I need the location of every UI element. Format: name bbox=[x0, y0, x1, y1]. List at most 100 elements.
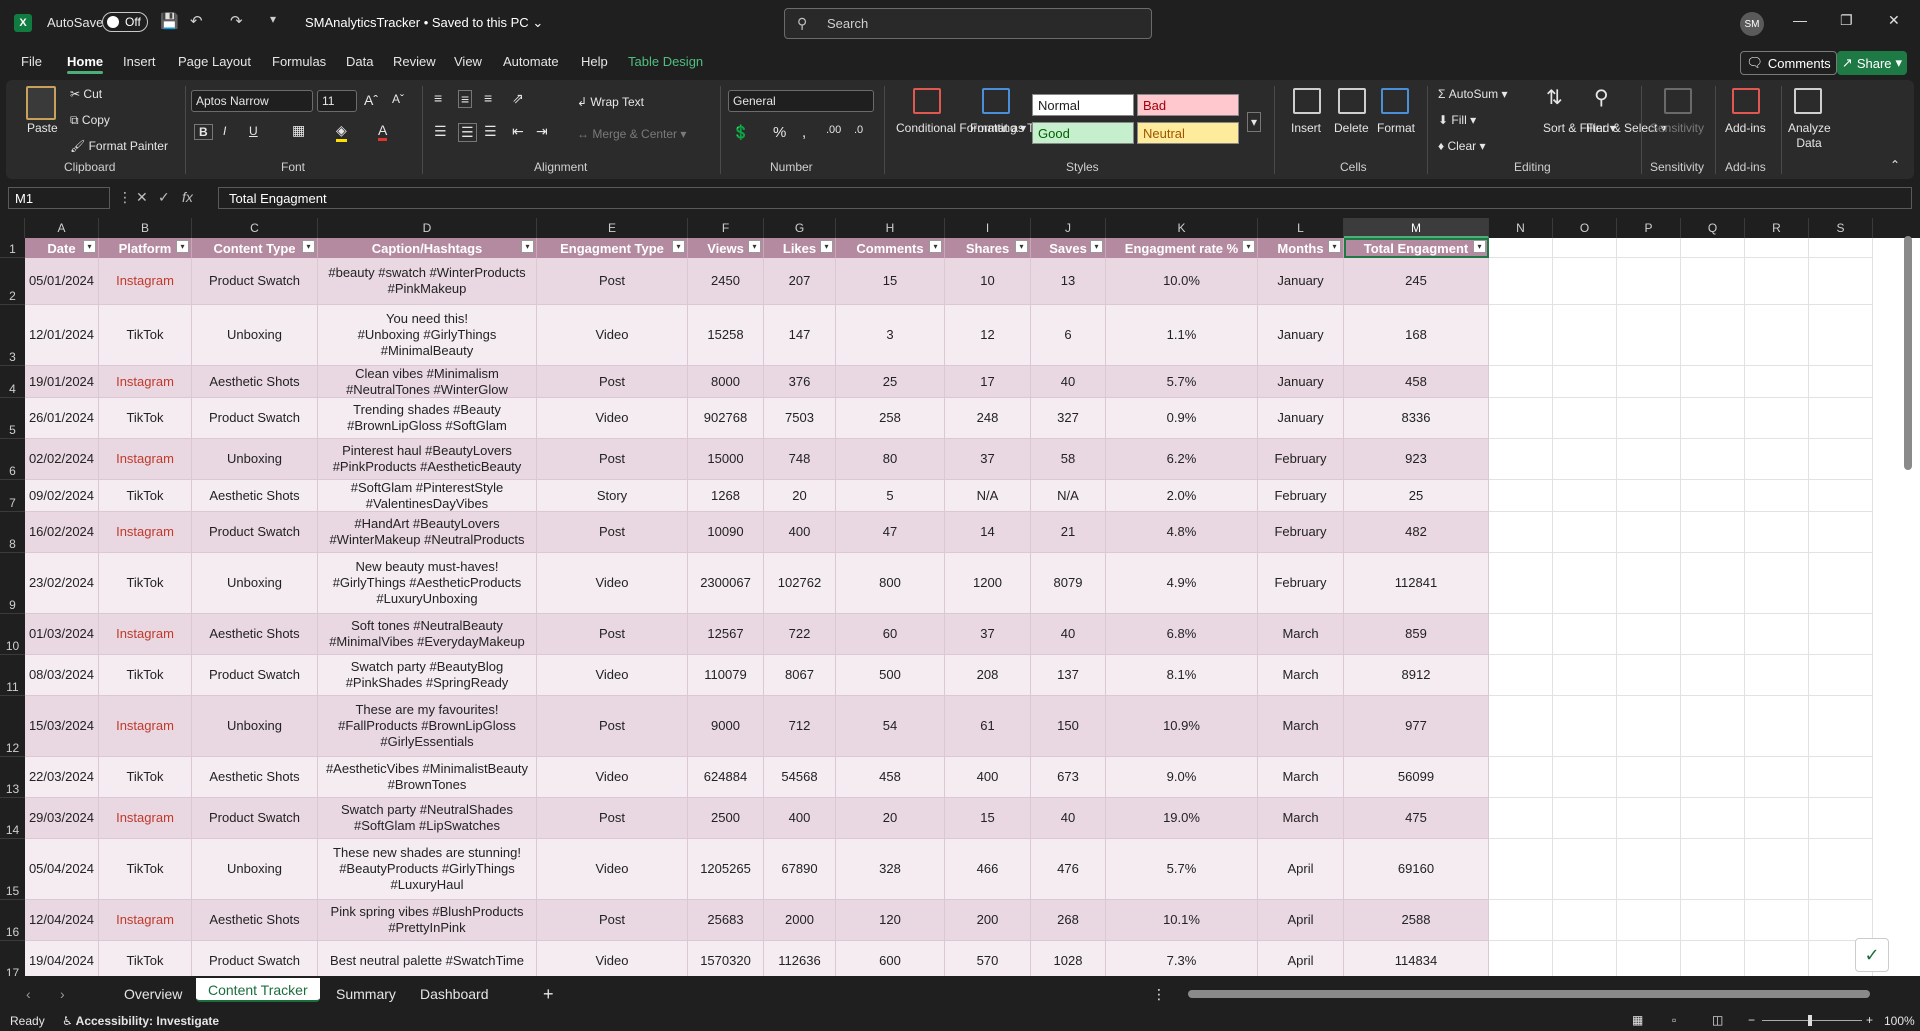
table-cell[interactable]: Instagram bbox=[99, 696, 192, 757]
table-cell[interactable]: 6.8% bbox=[1106, 614, 1258, 655]
sensitivity-button[interactable]: Sensitivity bbox=[1650, 121, 1704, 135]
table-cell[interactable]: 13 bbox=[1031, 258, 1106, 305]
table-cell[interactable]: 40 bbox=[1031, 614, 1106, 655]
italic-button[interactable]: I bbox=[223, 124, 226, 138]
menu-help[interactable]: Help bbox=[581, 54, 608, 69]
table-cell[interactable]: #HandArt #BeautyLovers #WinterMakeup #Ne… bbox=[318, 512, 537, 553]
empty-cell[interactable] bbox=[1489, 798, 1553, 839]
table-cell[interactable]: 21 bbox=[1031, 512, 1106, 553]
table-cell[interactable]: Instagram bbox=[99, 366, 192, 398]
row-header[interactable]: 2 bbox=[0, 258, 25, 305]
accessibility-status[interactable]: ♿ Accessibility: Investigate bbox=[62, 1014, 219, 1028]
table-cell[interactable]: 37 bbox=[945, 439, 1031, 480]
empty-cell[interactable] bbox=[1809, 900, 1873, 941]
table-cell[interactable]: Story bbox=[537, 480, 688, 512]
empty-cell[interactable] bbox=[1553, 900, 1617, 941]
table-cell[interactable]: 8000 bbox=[688, 366, 764, 398]
table-cell[interactable]: 19.0% bbox=[1106, 798, 1258, 839]
menu-page-layout[interactable]: Page Layout bbox=[178, 54, 251, 69]
empty-cell[interactable] bbox=[1809, 614, 1873, 655]
sort-filter-icon[interactable]: ⇅ bbox=[1546, 85, 1563, 110]
table-cell[interactable]: #SoftGlam #PinterestStyle #ValentinesDay… bbox=[318, 480, 537, 512]
table-cell[interactable]: 200 bbox=[945, 900, 1031, 941]
empty-cell[interactable] bbox=[1617, 798, 1681, 839]
table-cell[interactable]: 37 bbox=[945, 614, 1031, 655]
table-cell[interactable]: Post bbox=[537, 900, 688, 941]
table-cell[interactable]: 3 bbox=[836, 305, 945, 366]
empty-cell[interactable] bbox=[1553, 258, 1617, 305]
table-cell[interactable]: 400 bbox=[945, 757, 1031, 798]
style-neutral[interactable]: Neutral bbox=[1137, 122, 1239, 144]
table-header-cell[interactable]: Engagment Type ▾ bbox=[537, 238, 688, 258]
empty-cell[interactable] bbox=[1681, 439, 1745, 480]
empty-cell[interactable] bbox=[1489, 398, 1553, 439]
table-cell[interactable]: 328 bbox=[836, 839, 945, 900]
table-cell[interactable]: 6.2% bbox=[1106, 439, 1258, 480]
table-cell[interactable]: Pink spring vibes #BlushProducts #Pretty… bbox=[318, 900, 537, 941]
empty-cell[interactable] bbox=[1745, 366, 1809, 398]
table-cell[interactable]: 1205265 bbox=[688, 839, 764, 900]
empty-cell[interactable] bbox=[1681, 366, 1745, 398]
table-cell[interactable]: Post bbox=[537, 696, 688, 757]
cut-button[interactable]: ✂ Cut bbox=[70, 87, 102, 101]
table-cell[interactable]: 110079 bbox=[688, 655, 764, 696]
close-icon[interactable]: ✕ bbox=[1888, 12, 1900, 29]
table-cell[interactable]: Aesthetic Shots bbox=[192, 757, 318, 798]
formula-bar-menu-icon[interactable]: ⋮ bbox=[118, 189, 132, 206]
table-cell[interactable]: 114834 bbox=[1344, 941, 1489, 976]
empty-cell[interactable] bbox=[1617, 900, 1681, 941]
table-cell[interactable]: Best neutral palette #SwatchTime bbox=[318, 941, 537, 976]
table-cell[interactable]: 268 bbox=[1031, 900, 1106, 941]
table-cell[interactable]: Pinterest haul #BeautyLovers #PinkProduc… bbox=[318, 439, 537, 480]
table-header-cell[interactable]: Content Type ▾ bbox=[192, 238, 318, 258]
table-cell[interactable]: 69160 bbox=[1344, 839, 1489, 900]
table-cell[interactable]: 712 bbox=[764, 696, 836, 757]
empty-cell[interactable] bbox=[1681, 512, 1745, 553]
empty-cell[interactable] bbox=[1681, 305, 1745, 366]
table-cell[interactable]: March bbox=[1258, 757, 1344, 798]
table-cell[interactable]: 12567 bbox=[688, 614, 764, 655]
table-cell[interactable]: TikTok bbox=[99, 305, 192, 366]
empty-cell[interactable] bbox=[1745, 941, 1809, 976]
table-cell[interactable]: January bbox=[1258, 398, 1344, 439]
table-cell[interactable]: Post bbox=[537, 512, 688, 553]
table-cell[interactable]: 26/01/2024 bbox=[25, 398, 99, 439]
table-cell[interactable]: 10.0% bbox=[1106, 258, 1258, 305]
table-cell[interactable]: January bbox=[1258, 258, 1344, 305]
filter-dropdown-icon[interactable]: ▾ bbox=[1328, 240, 1341, 253]
empty-cell[interactable] bbox=[1617, 757, 1681, 798]
empty-cell[interactable] bbox=[1745, 512, 1809, 553]
table-cell[interactable]: 19/01/2024 bbox=[25, 366, 99, 398]
empty-cell[interactable] bbox=[1809, 696, 1873, 757]
table-cell[interactable]: 137 bbox=[1031, 655, 1106, 696]
table-cell[interactable]: Product Swatch bbox=[192, 398, 318, 439]
save-icon[interactable]: 💾 bbox=[160, 12, 179, 30]
table-cell[interactable]: 5.7% bbox=[1106, 839, 1258, 900]
table-cell[interactable]: 475 bbox=[1344, 798, 1489, 839]
table-cell[interactable]: 923 bbox=[1344, 439, 1489, 480]
minimize-icon[interactable]: — bbox=[1793, 12, 1807, 28]
menu-table-design[interactable]: Table Design bbox=[628, 54, 703, 69]
table-cell[interactable]: 458 bbox=[1344, 366, 1489, 398]
table-header-cell[interactable]: Months ▾ bbox=[1258, 238, 1344, 258]
empty-cell[interactable] bbox=[1617, 258, 1681, 305]
row-header[interactable]: 6 bbox=[0, 439, 25, 480]
table-cell[interactable]: Aesthetic Shots bbox=[192, 614, 318, 655]
insert-cells-button[interactable]: Insert bbox=[1291, 121, 1321, 135]
filter-dropdown-icon[interactable]: ▾ bbox=[176, 240, 189, 253]
empty-cell[interactable] bbox=[1809, 839, 1873, 900]
table-cell[interactable]: TikTok bbox=[99, 757, 192, 798]
row-header[interactable]: 13 bbox=[0, 757, 25, 798]
table-cell[interactable]: 673 bbox=[1031, 757, 1106, 798]
table-cell[interactable]: Aesthetic Shots bbox=[192, 900, 318, 941]
empty-cell[interactable] bbox=[1745, 900, 1809, 941]
empty-cell[interactable] bbox=[1617, 512, 1681, 553]
autosum-button[interactable]: Σ AutoSum ▾ bbox=[1438, 87, 1507, 101]
table-cell[interactable]: 22/03/2024 bbox=[25, 757, 99, 798]
table-cell[interactable]: 20 bbox=[764, 480, 836, 512]
table-cell[interactable]: 56099 bbox=[1344, 757, 1489, 798]
empty-cell[interactable] bbox=[1809, 512, 1873, 553]
filter-dropdown-icon[interactable]: ▾ bbox=[1015, 240, 1028, 253]
table-cell[interactable]: 8.1% bbox=[1106, 655, 1258, 696]
table-cell[interactable]: 47 bbox=[836, 512, 945, 553]
